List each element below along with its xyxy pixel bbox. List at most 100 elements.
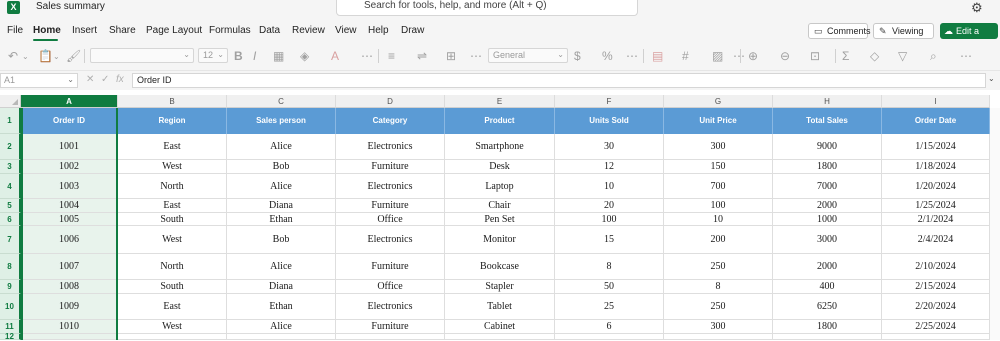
table-cell[interactable]: 1800 [773, 320, 882, 334]
table-cell[interactable]: 250 [664, 254, 773, 280]
table-cell[interactable]: South [118, 280, 227, 294]
find-icon[interactable]: ⌕ [930, 49, 937, 64]
row-header[interactable]: 8 [0, 254, 21, 280]
table-cell[interactable]: 6 [555, 320, 664, 334]
table-cell[interactable]: 1002 [21, 160, 118, 174]
table-cell[interactable]: 2/4/2024 [882, 226, 990, 254]
table-cell[interactable]: Monitor [445, 226, 555, 254]
conditional-format-icon[interactable]: ▤ [652, 49, 663, 63]
font-size-select[interactable]: 12 ⌄ [198, 48, 228, 63]
more-icon[interactable]: ⋯ [733, 49, 745, 63]
table-header-cell[interactable]: Total Sales [773, 108, 882, 134]
menu-insert[interactable]: Insert [72, 25, 97, 36]
table-cell[interactable]: Office [336, 213, 445, 226]
table-cell[interactable]: Ethan [227, 213, 336, 226]
empty-cell[interactable] [227, 334, 336, 340]
column-header-c[interactable]: C [227, 95, 336, 108]
format-table-icon[interactable]: # [682, 49, 689, 63]
table-cell[interactable]: Laptop [445, 174, 555, 199]
empty-cell[interactable] [336, 334, 445, 340]
table-cell[interactable]: Ethan [227, 294, 336, 320]
table-cell[interactable]: 2/15/2024 [882, 280, 990, 294]
table-cell[interactable]: 15 [555, 226, 664, 254]
table-cell[interactable]: 100 [555, 213, 664, 226]
menu-home[interactable]: Home [33, 25, 61, 36]
menu-data[interactable]: Data [259, 25, 280, 36]
table-cell[interactable]: 8 [555, 254, 664, 280]
empty-cell[interactable] [664, 334, 773, 340]
table-cell[interactable]: 3000 [773, 226, 882, 254]
empty-cell[interactable] [555, 334, 664, 340]
table-cell[interactable]: Cabinet [445, 320, 555, 334]
table-cell[interactable]: 250 [664, 294, 773, 320]
name-box[interactable]: A1 ⌄ [0, 73, 78, 88]
table-cell[interactable]: Diana [227, 280, 336, 294]
table-cell[interactable]: 50 [555, 280, 664, 294]
italic-icon[interactable]: I [253, 49, 256, 63]
table-cell[interactable]: 2000 [773, 199, 882, 213]
table-cell[interactable]: 1001 [21, 134, 118, 160]
table-header-cell[interactable]: Order ID [21, 108, 118, 134]
table-cell[interactable]: 10 [664, 213, 773, 226]
table-cell[interactable]: 2/25/2024 [882, 320, 990, 334]
empty-cell[interactable] [773, 334, 882, 340]
table-cell[interactable]: 1005 [21, 213, 118, 226]
row-header[interactable]: 9 [0, 280, 21, 294]
empty-cell[interactable] [21, 334, 118, 340]
currency-icon[interactable]: $ [574, 49, 581, 63]
table-cell[interactable]: Alice [227, 320, 336, 334]
table-cell[interactable]: 1/15/2024 [882, 134, 990, 160]
vertical-scrollbar[interactable] [990, 108, 1000, 340]
table-cell[interactable]: 700 [664, 174, 773, 199]
table-cell[interactable]: Tablet [445, 294, 555, 320]
row-header[interactable]: 3 [0, 160, 21, 174]
table-cell[interactable]: East [118, 199, 227, 213]
empty-cell[interactable] [118, 334, 227, 340]
menu-share[interactable]: Share [109, 25, 136, 36]
table-cell[interactable]: East [118, 294, 227, 320]
table-header-cell[interactable]: Units Sold [555, 108, 664, 134]
chevron-down-icon[interactable]: ⌄ [22, 52, 29, 61]
column-header-e[interactable]: E [445, 95, 555, 108]
table-cell[interactable]: 12 [555, 160, 664, 174]
paste-icon[interactable]: 📋 [38, 49, 53, 63]
table-cell[interactable]: Pen Set [445, 213, 555, 226]
table-cell[interactable]: Furniture [336, 320, 445, 334]
viewing-button[interactable]: ✎Viewing ⌄ [873, 23, 934, 50]
table-cell[interactable]: 1/20/2024 [882, 174, 990, 199]
menu-file[interactable]: File [7, 25, 23, 36]
cancel-icon[interactable]: ✕ [86, 74, 94, 85]
more-icon[interactable]: ⋯ [626, 49, 638, 63]
column-header-a[interactable]: A [21, 95, 118, 108]
table-cell[interactable]: 400 [773, 280, 882, 294]
table-cell[interactable]: 300 [664, 134, 773, 160]
table-cell[interactable]: 1800 [773, 160, 882, 174]
column-header-i[interactable]: I [882, 95, 990, 108]
row-header[interactable]: 5 [0, 199, 21, 213]
table-cell[interactable]: East [118, 134, 227, 160]
chevron-down-icon[interactable]: ⌄ [988, 74, 995, 83]
table-cell[interactable]: Bob [227, 226, 336, 254]
table-cell[interactable]: West [118, 320, 227, 334]
borders-icon[interactable]: ▦ [273, 49, 284, 63]
font-color-icon[interactable]: A [331, 49, 339, 63]
table-cell[interactable]: 6250 [773, 294, 882, 320]
delete-cells-icon[interactable]: ⊖ [780, 49, 790, 63]
excel-icon[interactable]: X [7, 1, 20, 14]
table-cell[interactable]: 1007 [21, 254, 118, 280]
table-cell[interactable]: North [118, 254, 227, 280]
table-cell[interactable]: Diana [227, 199, 336, 213]
row-header[interactable]: 1 [0, 108, 21, 134]
select-all-corner[interactable] [0, 95, 21, 108]
table-cell[interactable]: South [118, 213, 227, 226]
column-header-h[interactable]: H [773, 95, 882, 108]
search-input[interactable]: Search for tools, help, and more (Alt + … [336, 0, 638, 16]
row-header[interactable]: 4 [0, 174, 21, 199]
align-icon[interactable]: ≡ [388, 49, 395, 63]
table-cell[interactable]: 25 [555, 294, 664, 320]
table-cell[interactable]: 2000 [773, 254, 882, 280]
table-cell[interactable]: Electronics [336, 226, 445, 254]
table-header-cell[interactable]: Product [445, 108, 555, 134]
autosum-icon[interactable]: Σ [842, 49, 849, 63]
column-header-g[interactable]: G [664, 95, 773, 108]
